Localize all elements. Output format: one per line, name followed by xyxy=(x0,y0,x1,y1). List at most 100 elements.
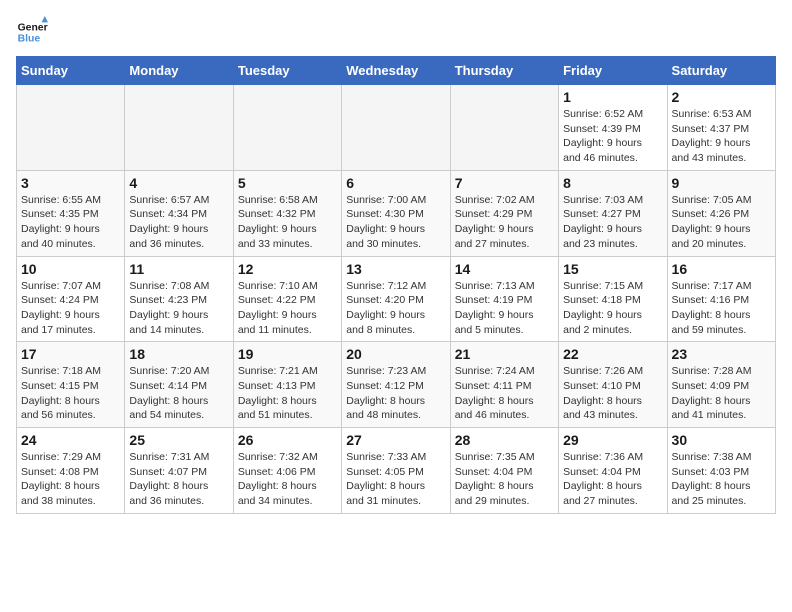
day-number: 24 xyxy=(21,432,120,448)
calendar-cell: 6 Sunrise: 7:00 AM Sunset: 4:30 PM Daylig… xyxy=(342,170,450,256)
day-info: Sunrise: 7:07 AM Sunset: 4:24 PM Dayligh… xyxy=(21,279,120,338)
logo-icon: General Blue xyxy=(16,16,48,48)
calendar-cell: 1 Sunrise: 6:52 AM Sunset: 4:39 PM Daylig… xyxy=(559,85,667,171)
day-info: Sunrise: 7:35 AM Sunset: 4:04 PM Dayligh… xyxy=(455,450,554,509)
weekday-header: Wednesday xyxy=(342,57,450,85)
calendar-cell: 21 Sunrise: 7:24 AM Sunset: 4:11 PM Dayli… xyxy=(450,342,558,428)
weekday-header: Friday xyxy=(559,57,667,85)
day-info: Sunrise: 7:12 AM Sunset: 4:20 PM Dayligh… xyxy=(346,279,445,338)
calendar-cell xyxy=(125,85,233,171)
calendar-cell: 5 Sunrise: 6:58 AM Sunset: 4:32 PM Daylig… xyxy=(233,170,341,256)
svg-text:General: General xyxy=(18,22,48,33)
calendar-cell: 29 Sunrise: 7:36 AM Sunset: 4:04 PM Dayli… xyxy=(559,428,667,514)
day-number: 3 xyxy=(21,175,120,191)
day-number: 12 xyxy=(238,261,337,277)
calendar-cell: 17Sunrise: 7:18 AM Sunset: 4:15 PM Dayli… xyxy=(17,342,125,428)
calendar-cell: 2Sunrise: 6:53 AM Sunset: 4:37 PM Daylig… xyxy=(667,85,775,171)
day-number: 26 xyxy=(238,432,337,448)
day-number: 21 xyxy=(455,346,554,362)
day-info: Sunrise: 7:23 AM Sunset: 4:12 PM Dayligh… xyxy=(346,364,445,423)
day-info: Sunrise: 7:18 AM Sunset: 4:15 PM Dayligh… xyxy=(21,364,120,423)
weekday-header: Saturday xyxy=(667,57,775,85)
day-info: Sunrise: 6:55 AM Sunset: 4:35 PM Dayligh… xyxy=(21,193,120,252)
calendar-cell: 26 Sunrise: 7:32 AM Sunset: 4:06 PM Dayli… xyxy=(233,428,341,514)
calendar-cell: 20 Sunrise: 7:23 AM Sunset: 4:12 PM Dayli… xyxy=(342,342,450,428)
day-number: 5 xyxy=(238,175,337,191)
calendar-cell: 27 Sunrise: 7:33 AM Sunset: 4:05 PM Dayli… xyxy=(342,428,450,514)
day-info: Sunrise: 7:08 AM Sunset: 4:23 PM Dayligh… xyxy=(129,279,228,338)
calendar-cell: 19 Sunrise: 7:21 AM Sunset: 4:13 PM Dayli… xyxy=(233,342,341,428)
day-info: Sunrise: 7:33 AM Sunset: 4:05 PM Dayligh… xyxy=(346,450,445,509)
day-info: Sunrise: 7:15 AM Sunset: 4:18 PM Dayligh… xyxy=(563,279,662,338)
day-number: 6 xyxy=(346,175,445,191)
day-info: Sunrise: 7:32 AM Sunset: 4:06 PM Dayligh… xyxy=(238,450,337,509)
calendar-cell: 30Sunrise: 7:38 AM Sunset: 4:03 PM Dayli… xyxy=(667,428,775,514)
day-number: 28 xyxy=(455,432,554,448)
day-number: 20 xyxy=(346,346,445,362)
weekday-header: Sunday xyxy=(17,57,125,85)
day-number: 1 xyxy=(563,89,662,105)
weekday-header: Tuesday xyxy=(233,57,341,85)
calendar-cell: 16 Sunrise: 7:17 AM Sunset: 4:16 PM Dayli… xyxy=(667,256,775,342)
calendar-cell: 11 Sunrise: 7:08 AM Sunset: 4:23 PM Dayli… xyxy=(125,256,233,342)
day-info: Sunrise: 6:57 AM Sunset: 4:34 PM Dayligh… xyxy=(129,193,228,252)
day-number: 19 xyxy=(238,346,337,362)
day-number: 11 xyxy=(129,261,228,277)
day-info: Sunrise: 6:52 AM Sunset: 4:39 PM Dayligh… xyxy=(563,107,662,166)
calendar-cell: 7 Sunrise: 7:02 AM Sunset: 4:29 PM Daylig… xyxy=(450,170,558,256)
day-info: Sunrise: 7:00 AM Sunset: 4:30 PM Dayligh… xyxy=(346,193,445,252)
day-info: Sunrise: 7:02 AM Sunset: 4:29 PM Dayligh… xyxy=(455,193,554,252)
day-number: 22 xyxy=(563,346,662,362)
calendar-cell: 9 Sunrise: 7:05 AM Sunset: 4:26 PM Daylig… xyxy=(667,170,775,256)
day-info: Sunrise: 7:28 AM Sunset: 4:09 PM Dayligh… xyxy=(672,364,771,423)
day-info: Sunrise: 7:13 AM Sunset: 4:19 PM Dayligh… xyxy=(455,279,554,338)
day-number: 10 xyxy=(21,261,120,277)
calendar-cell xyxy=(450,85,558,171)
day-number: 18 xyxy=(129,346,228,362)
svg-text:Blue: Blue xyxy=(18,34,41,45)
day-number: 25 xyxy=(129,432,228,448)
logo: General Blue xyxy=(16,16,52,48)
weekday-header: Monday xyxy=(125,57,233,85)
day-info: Sunrise: 7:31 AM Sunset: 4:07 PM Dayligh… xyxy=(129,450,228,509)
calendar-cell xyxy=(17,85,125,171)
calendar-cell: 3 Sunrise: 6:55 AM Sunset: 4:35 PM Daylig… xyxy=(17,170,125,256)
day-info: Sunrise: 7:03 AM Sunset: 4:27 PM Dayligh… xyxy=(563,193,662,252)
calendar-cell: 23 Sunrise: 7:28 AM Sunset: 4:09 PM Dayli… xyxy=(667,342,775,428)
day-number: 15 xyxy=(563,261,662,277)
day-info: Sunrise: 7:24 AM Sunset: 4:11 PM Dayligh… xyxy=(455,364,554,423)
header: General Blue xyxy=(16,16,776,48)
day-number: 9 xyxy=(672,175,771,191)
day-number: 14 xyxy=(455,261,554,277)
day-info: Sunrise: 7:36 AM Sunset: 4:04 PM Dayligh… xyxy=(563,450,662,509)
calendar-cell: 10 Sunrise: 7:07 AM Sunset: 4:24 PM Dayli… xyxy=(17,256,125,342)
day-number: 13 xyxy=(346,261,445,277)
day-info: Sunrise: 7:20 AM Sunset: 4:14 PM Dayligh… xyxy=(129,364,228,423)
day-number: 16 xyxy=(672,261,771,277)
calendar-cell: 28 Sunrise: 7:35 AM Sunset: 4:04 PM Dayli… xyxy=(450,428,558,514)
calendar-cell: 8 Sunrise: 7:03 AM Sunset: 4:27 PM Daylig… xyxy=(559,170,667,256)
calendar-cell: 15 Sunrise: 7:15 AM Sunset: 4:18 PM Dayli… xyxy=(559,256,667,342)
day-number: 27 xyxy=(346,432,445,448)
day-number: 4 xyxy=(129,175,228,191)
day-info: Sunrise: 7:17 AM Sunset: 4:16 PM Dayligh… xyxy=(672,279,771,338)
day-number: 8 xyxy=(563,175,662,191)
calendar-cell: 22 Sunrise: 7:26 AM Sunset: 4:10 PM Dayli… xyxy=(559,342,667,428)
day-number: 23 xyxy=(672,346,771,362)
calendar-cell: 24 Sunrise: 7:29 AM Sunset: 4:08 PM Dayli… xyxy=(17,428,125,514)
calendar-cell xyxy=(233,85,341,171)
day-info: Sunrise: 7:26 AM Sunset: 4:10 PM Dayligh… xyxy=(563,364,662,423)
day-info: Sunrise: 6:58 AM Sunset: 4:32 PM Dayligh… xyxy=(238,193,337,252)
day-info: Sunrise: 7:05 AM Sunset: 4:26 PM Dayligh… xyxy=(672,193,771,252)
calendar-cell: 4 Sunrise: 6:57 AM Sunset: 4:34 PM Daylig… xyxy=(125,170,233,256)
day-info: Sunrise: 7:29 AM Sunset: 4:08 PM Dayligh… xyxy=(21,450,120,509)
calendar-cell: 12 Sunrise: 7:10 AM Sunset: 4:22 PM Dayli… xyxy=(233,256,341,342)
calendar-header: SundayMondayTuesdayWednesdayThursdayFrid… xyxy=(17,57,776,85)
day-info: Sunrise: 7:21 AM Sunset: 4:13 PM Dayligh… xyxy=(238,364,337,423)
day-number: 7 xyxy=(455,175,554,191)
day-info: Sunrise: 6:53 AM Sunset: 4:37 PM Dayligh… xyxy=(672,107,771,166)
day-number: 29 xyxy=(563,432,662,448)
calendar-table: SundayMondayTuesdayWednesdayThursdayFrid… xyxy=(16,56,776,514)
day-info: Sunrise: 7:10 AM Sunset: 4:22 PM Dayligh… xyxy=(238,279,337,338)
day-number: 30 xyxy=(672,432,771,448)
